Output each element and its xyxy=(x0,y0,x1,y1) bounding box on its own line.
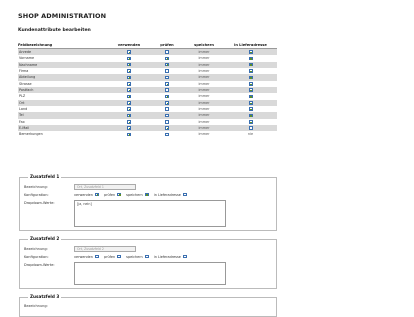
row-label: Anrede xyxy=(18,48,108,56)
zusatzfeld-1-pruefen-checkbox[interactable] xyxy=(117,192,122,197)
column-header: speichern xyxy=(184,41,224,49)
attributes-table: Feldbezeichnung verwenden prüfen speiche… xyxy=(18,41,277,138)
verwenden-checkbox[interactable] xyxy=(127,107,131,111)
lieferadresse-checkbox[interactable] xyxy=(248,69,253,73)
verwenden-label: verwenden xyxy=(74,192,93,197)
verwenden-checkbox[interactable] xyxy=(127,75,131,80)
zusatzfeld-2-speichern-checkbox[interactable] xyxy=(144,254,149,259)
speichern-label: speichern xyxy=(126,254,143,259)
konfiguration-label: Konfiguration: xyxy=(24,255,49,259)
pruefen-checkbox[interactable] xyxy=(165,75,169,80)
column-header: Feldbezeichnung xyxy=(18,41,108,49)
verwenden-checkbox[interactable] xyxy=(127,132,131,137)
pruefen-checkbox[interactable] xyxy=(165,119,169,124)
konfiguration-label: Konfiguration: xyxy=(24,193,49,197)
zusatzfeld-1-speichern-checkbox[interactable] xyxy=(144,192,149,197)
verwenden-checkbox[interactable] xyxy=(127,50,131,54)
verwenden-checkbox[interactable] xyxy=(127,94,131,99)
zusatzfeld-2-fieldset: Zusatzfeld 2 Bezeichnung: Ort, Zusatzfel… xyxy=(19,236,277,289)
dropdown-label: Dropdown-Werte: xyxy=(24,263,55,267)
pruefen-checkbox[interactable] xyxy=(165,62,169,67)
lieferadresse-checkbox[interactable] xyxy=(248,100,253,105)
zusatzfeld-3-legend: Zusatzfeld 3 xyxy=(28,294,62,299)
lieferadresse-checkbox[interactable] xyxy=(248,107,253,111)
zusatzfeld-1-bezeichnung-input[interactable]: Ort, Zusatzfeld 1 xyxy=(74,184,136,190)
verwenden-checkbox[interactable] xyxy=(127,56,131,61)
lieferadresse-checkbox[interactable] xyxy=(248,119,253,124)
shop-admin-page: SHOP ADMINISTRATION Kundenattribute bear… xyxy=(0,0,414,317)
zusatzfeld-1-config: verwenden prüfen speichern in Lieferadre… xyxy=(74,193,189,197)
zusatzfeld-1-lieferadresse-checkbox[interactable] xyxy=(182,192,187,197)
zusatzfeld-1-verwenden-checkbox[interactable] xyxy=(94,192,99,197)
pruefen-checkbox[interactable] xyxy=(165,100,169,105)
pruefen-checkbox[interactable] xyxy=(165,132,169,137)
verwenden-cell xyxy=(108,48,150,56)
verwenden-checkbox[interactable] xyxy=(127,119,131,124)
speichern-value: immer xyxy=(184,48,224,56)
row-label: Bemerkungen xyxy=(19,132,43,137)
bezeichnung-label: Bezeichnung: xyxy=(24,247,48,251)
table-header-row: Feldbezeichnung verwenden prüfen speiche… xyxy=(18,41,277,49)
pruefen-cell xyxy=(150,131,184,137)
column-header: prüfen xyxy=(150,41,184,49)
speichern-label: speichern xyxy=(126,192,143,197)
verwenden-checkbox[interactable] xyxy=(127,113,131,118)
verwenden-checkbox[interactable] xyxy=(127,69,131,73)
verwenden-label: verwenden xyxy=(74,254,93,259)
lieferadresse-label: in Lieferadresse xyxy=(153,192,181,197)
pruefen-checkbox[interactable] xyxy=(165,88,169,92)
page-title: SHOP ADMINISTRATION xyxy=(18,12,107,20)
lieferadresse-cell xyxy=(224,48,277,56)
zusatzfeld-2-verwenden-checkbox[interactable] xyxy=(94,254,99,259)
zusatzfeld-1-fieldset: Zusatzfeld 1 Bezeichnung: Ort, Zusatzfel… xyxy=(19,174,277,231)
zusatzfeld-1-legend: Zusatzfeld 1 xyxy=(28,174,62,179)
pruefen-label: prüfen xyxy=(103,254,116,259)
pruefen-checkbox[interactable] xyxy=(165,81,169,86)
verwenden-checkbox[interactable] xyxy=(127,126,131,130)
zusatzfeld-2-lieferadresse-checkbox[interactable] xyxy=(182,254,187,259)
pruefen-checkbox[interactable] xyxy=(165,50,169,54)
lieferadresse-value: nie xyxy=(247,132,254,137)
lieferadresse-checkbox[interactable] xyxy=(248,113,253,118)
table-row: Anrede immer xyxy=(18,48,277,56)
lieferadresse-checkbox[interactable] xyxy=(248,81,253,86)
speichern-value: immer xyxy=(198,132,210,137)
zusatzfeld-2-pruefen-checkbox[interactable] xyxy=(117,254,122,259)
zusatzfeld-2-bezeichnung-input[interactable]: Ort, Zusatzfeld 2 xyxy=(74,246,136,252)
bezeichnung-label: Bezeichnung: xyxy=(24,185,48,189)
page-subtitle: Kundenattribute bearbeiten xyxy=(18,28,91,33)
pruefen-checkbox[interactable] xyxy=(165,56,169,61)
lieferadresse-checkbox[interactable] xyxy=(248,75,253,80)
verwenden-cell xyxy=(108,131,150,137)
verwenden-checkbox[interactable] xyxy=(127,100,131,105)
lieferadresse-checkbox[interactable] xyxy=(248,56,253,61)
pruefen-checkbox[interactable] xyxy=(165,126,169,130)
pruefen-checkbox[interactable] xyxy=(165,94,169,99)
lieferadresse-checkbox[interactable] xyxy=(248,50,253,54)
pruefen-label: prüfen xyxy=(103,192,116,197)
zusatzfeld-2-dropdown-textarea[interactable] xyxy=(74,262,226,285)
pruefen-checkbox[interactable] xyxy=(165,69,169,73)
pruefen-checkbox[interactable] xyxy=(165,107,169,111)
dropdown-label: Dropdown-Werte: xyxy=(24,201,55,205)
pruefen-checkbox[interactable] xyxy=(165,113,169,118)
bezeichnung-label: Bezeichnung: xyxy=(24,304,48,308)
lieferadresse-checkbox[interactable] xyxy=(248,88,253,92)
lieferadresse-checkbox[interactable] xyxy=(248,94,253,99)
lieferadresse-label: in Lieferadresse xyxy=(153,254,181,259)
column-header: verwenden xyxy=(108,41,150,49)
zusatzfeld-2-config: verwenden prüfen speichern in Lieferadre… xyxy=(74,255,189,259)
pruefen-cell xyxy=(150,48,184,56)
verwenden-checkbox[interactable] xyxy=(127,62,131,67)
attributes-table-body: Anrede immer Vorname immer Nachname immer Firm… xyxy=(18,48,277,138)
column-header: in Lieferadresse xyxy=(224,41,277,49)
table-row: Bemerkungen immer nie xyxy=(18,131,277,137)
zusatzfeld-1-dropdown-textarea[interactable]: [ja, nein] xyxy=(74,200,226,227)
zusatzfeld-2-legend: Zusatzfeld 2 xyxy=(28,236,62,241)
verwenden-checkbox[interactable] xyxy=(127,88,131,92)
zusatzfeld-3-fieldset: Zusatzfeld 3 Bezeichnung: xyxy=(19,294,277,317)
verwenden-checkbox[interactable] xyxy=(127,81,131,86)
lieferadresse-checkbox[interactable] xyxy=(248,62,253,67)
lieferadresse-checkbox[interactable] xyxy=(248,126,253,130)
